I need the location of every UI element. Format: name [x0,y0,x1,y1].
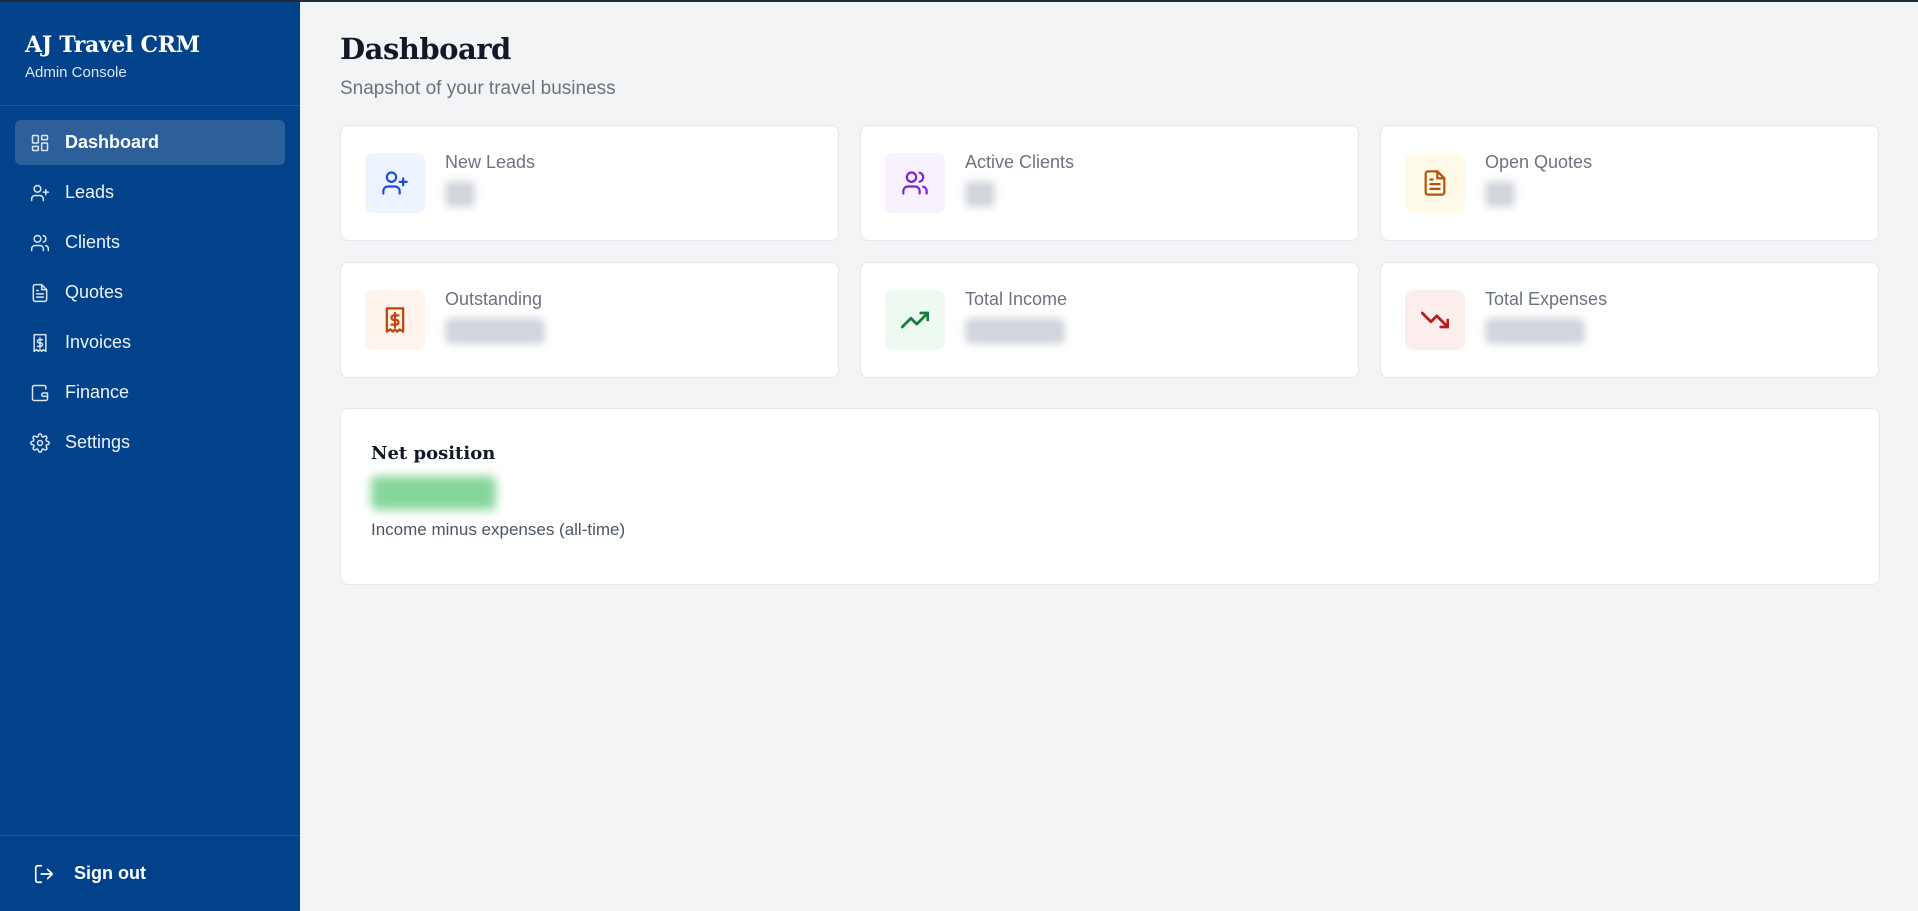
stat-value-redacted [445,318,545,344]
stat-value-redacted [1485,318,1585,344]
stat-label: Outstanding [445,289,543,309]
sidebar-nav: Dashboard Leads Clients Quotes Invoices … [0,106,300,484]
stat-card-outstanding: Outstanding [340,262,839,378]
brand-subtitle: Admin Console [25,64,127,81]
sidebar-item-quotes[interactable]: Quotes [15,270,285,315]
sidebar-item-label: Settings [65,432,131,452]
sidebar: AJ Travel CRM Admin Console Dashboard Le… [0,2,300,911]
stat-card-new-leads: New Leads [340,125,839,241]
net-position-value-redacted [371,476,496,510]
sidebar-item-leads[interactable]: Leads [15,170,285,215]
sign-out-label: Sign out [74,863,146,883]
stat-value-redacted [965,181,995,207]
wallet-icon [30,383,50,403]
sidebar-item-settings[interactable]: Settings [15,420,285,465]
users-icon [885,153,945,213]
user-plus-icon [365,153,425,213]
receipt-icon [365,290,425,350]
stats-grid: New Leads Active Clients Open Quotes Out… [340,125,1879,378]
page-subtitle: Snapshot of your travel business [340,78,616,99]
stat-card-total-expenses: Total Expenses [1380,262,1879,378]
file-text-icon [30,283,50,303]
receipt-icon [30,333,50,353]
sidebar-item-label: Finance [65,382,130,402]
page-title: Dashboard [340,32,511,66]
net-position-subtitle: Income minus expenses (all-time) [371,520,626,539]
stat-card-open-quotes: Open Quotes [1380,125,1879,241]
stat-label: Total Income [965,289,1068,309]
sidebar-item-invoices[interactable]: Invoices [15,320,285,365]
stat-value-redacted [965,318,1065,344]
sidebar-item-label: Clients [65,232,121,252]
stat-value-redacted [445,181,475,207]
net-position-title: Net position [371,443,496,464]
stat-label: Total Expenses [1485,289,1608,309]
sidebar-item-label: Dashboard [65,132,160,152]
sidebar-item-clients[interactable]: Clients [15,220,285,265]
brand: AJ Travel CRM Admin Console [0,2,300,106]
log-out-icon [34,864,54,883]
dashboard-icon [30,133,50,153]
stat-label: Open Quotes [1485,152,1593,172]
trending-down-icon [1405,290,1465,350]
stat-value-redacted [1485,181,1515,207]
stat-label: Active Clients [965,152,1075,172]
sidebar-item-label: Leads [65,182,115,202]
user-plus-icon [30,183,50,203]
sidebar-item-label: Quotes [65,282,124,302]
sidebar-item-finance[interactable]: Finance [15,370,285,415]
stat-card-total-income: Total Income [860,262,1359,378]
net-position-card: Net position Income minus expenses (all-… [340,408,1880,585]
users-icon [30,233,50,253]
sidebar-item-dashboard[interactable]: Dashboard [15,120,285,165]
sidebar-item-label: Invoices [65,332,132,352]
trending-up-icon [885,290,945,350]
gear-icon [30,432,50,453]
stat-label: New Leads [445,152,536,172]
main-content: Dashboard Snapshot of your travel busine… [300,2,1918,585]
file-text-icon [1405,153,1465,213]
sign-out-button[interactable]: Sign out [0,835,300,911]
brand-title: AJ Travel CRM [25,32,200,58]
stat-card-active-clients: Active Clients [860,125,1359,241]
